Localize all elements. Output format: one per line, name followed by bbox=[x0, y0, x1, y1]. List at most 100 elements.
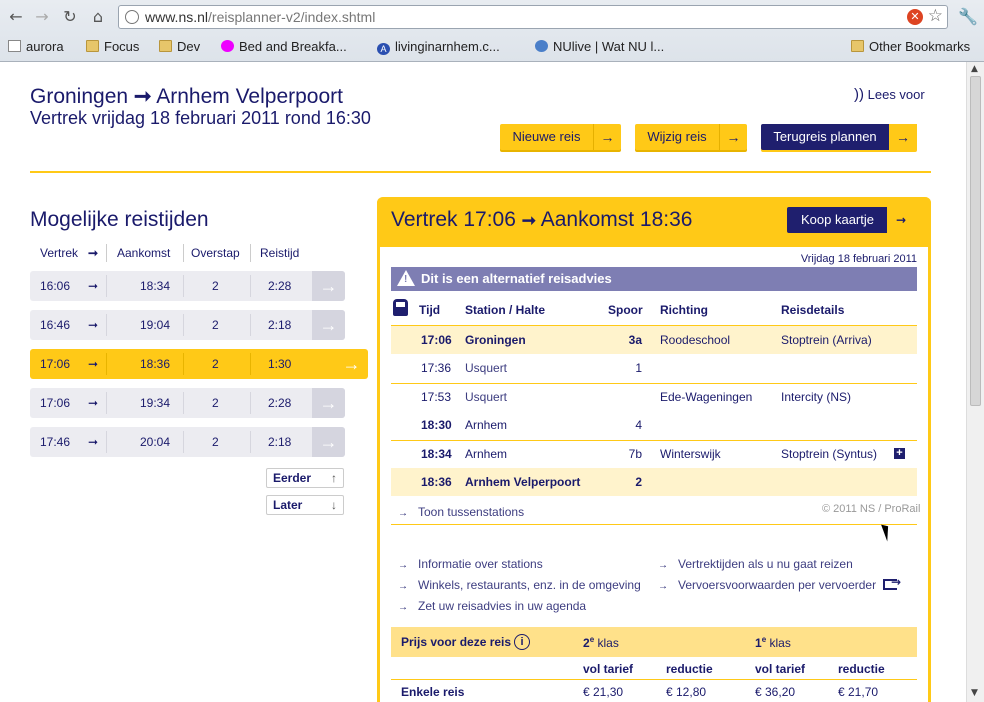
time-option-row[interactable]: 16:46 ➞ 19:04 2 2:18 → bbox=[30, 310, 345, 340]
shops-link[interactable]: Winkels, restaurants, enz. in de omgevin… bbox=[398, 578, 641, 592]
toon-tussenstations-link[interactable]: Toon tussenstations bbox=[398, 505, 524, 519]
warning-icon: ! bbox=[397, 270, 415, 286]
arr-time: 18:36 bbox=[140, 357, 171, 371]
scroll-up-icon[interactable]: ▲ bbox=[971, 64, 978, 74]
bookmark-other[interactable]: Other Bookmarks bbox=[851, 39, 970, 54]
stations-info-link[interactable]: Informatie over stations bbox=[398, 557, 543, 571]
price-header: Prijs voor deze reis i 2e klas 1e klas bbox=[391, 627, 917, 657]
divider bbox=[250, 314, 251, 336]
bookmark-bed-and-breakfast[interactable]: Bed and Breakfa... bbox=[221, 39, 347, 54]
time-option-row[interactable]: 16:06 ➞ 18:34 2 2:28 → bbox=[30, 271, 345, 301]
divider bbox=[250, 431, 251, 453]
arr-time: 19:04 bbox=[140, 318, 171, 332]
time-option-row[interactable]: 17:06 ➞ 19:34 2 2:28 → bbox=[30, 388, 345, 418]
info-icon[interactable]: i bbox=[514, 634, 530, 650]
dep-time: 16:06 bbox=[40, 279, 71, 293]
vol-tarief-1: vol tarief bbox=[755, 662, 806, 676]
scroll-down-icon[interactable]: ▼ bbox=[971, 688, 978, 698]
select-arrow-icon[interactable]: → bbox=[312, 310, 345, 340]
leg-station: Arnhem Velperpoort bbox=[465, 475, 581, 489]
wijzig-reis-button[interactable]: Wijzig reis → bbox=[635, 124, 747, 150]
departure-subtitle: Vertrek vrijdag 18 februari 2011 rond 16… bbox=[30, 108, 371, 128]
bookmark-aurora[interactable]: aurora bbox=[8, 39, 64, 54]
col-reistijd: Reistijd bbox=[260, 246, 300, 260]
address-bar[interactable]: www.ns.nl/reisplanner-v2/index.shtml ✕ ☆ bbox=[118, 5, 948, 29]
divider bbox=[183, 353, 184, 375]
panel-title: Vertrek 17:06 ➞ Aankomst 18:36 bbox=[391, 208, 693, 231]
arrow-right-icon: ➞ bbox=[88, 279, 99, 293]
forward-icon[interactable]: → bbox=[32, 7, 52, 27]
arrow-right-icon: ➞ bbox=[88, 435, 99, 449]
leg-details: Stoptrein (Syntus) bbox=[781, 447, 878, 461]
scrollbar-thumb[interactable] bbox=[970, 76, 981, 406]
divider bbox=[250, 244, 251, 262]
arrow-right-icon: ➞ bbox=[88, 246, 99, 260]
leg-row: 18:30 Arnhem 4 bbox=[391, 411, 917, 439]
reload-icon[interactable]: ↻ bbox=[60, 7, 80, 27]
arr-time: 18:34 bbox=[140, 279, 171, 293]
a-icon: A bbox=[377, 43, 390, 55]
time-option-row[interactable]: 17:46 ➞ 20:04 2 2:18 → bbox=[30, 427, 345, 457]
leg-track: 7b bbox=[628, 447, 642, 461]
url-text[interactable]: www.ns.nl/reisplanner-v2/index.shtml bbox=[145, 9, 375, 25]
leg-station[interactable]: Usquert bbox=[465, 361, 507, 375]
leg-row: 17:36 Usquert 1 bbox=[391, 354, 917, 382]
nu-icon bbox=[535, 40, 548, 52]
leg-time: 18:36 bbox=[421, 475, 452, 489]
bookmark-nulive[interactable]: NUlive | Wat NU l... bbox=[535, 39, 664, 54]
leg-details: Intercity (NS) bbox=[781, 390, 852, 404]
journey-detail-panel: Vertrek 17:06 ➞ Aankomst 18:36 Koop kaar… bbox=[377, 197, 931, 702]
nieuwe-reis-button[interactable]: Nieuwe reis → bbox=[500, 124, 621, 150]
duration: 2:28 bbox=[268, 279, 292, 293]
wrench-icon[interactable]: 🔧 bbox=[958, 7, 978, 26]
back-icon[interactable]: ← bbox=[6, 7, 26, 27]
arrow-right-icon: → bbox=[719, 124, 747, 150]
divider bbox=[106, 392, 107, 414]
home-icon[interactable]: ⌂ bbox=[88, 7, 108, 27]
lees-voor-link[interactable]: )) Lees voor bbox=[854, 86, 925, 103]
later-button[interactable]: Later ↓ bbox=[266, 495, 344, 515]
star-icon[interactable]: ☆ bbox=[928, 6, 943, 26]
col-tijd: Tijd bbox=[419, 303, 441, 317]
leg-time: 17:06 bbox=[421, 333, 452, 347]
leg-station[interactable]: Usquert bbox=[465, 390, 507, 404]
bookmark-livinginarnhem[interactable]: Alivinginarnhem.c... bbox=[377, 39, 500, 55]
price-value: € 21,70 bbox=[838, 685, 879, 699]
expand-plus-icon[interactable]: + bbox=[894, 448, 905, 459]
agenda-link[interactable]: Zet uw reisadvies in uw agenda bbox=[398, 599, 586, 613]
leg-direction: Roodeschool bbox=[660, 333, 731, 347]
price-title: Prijs voor deze reis bbox=[401, 635, 512, 649]
transfers: 2 bbox=[212, 435, 219, 449]
page-icon bbox=[8, 40, 21, 52]
transfers: 2 bbox=[212, 279, 219, 293]
bookmark-dev[interactable]: Dev bbox=[159, 39, 200, 54]
price-value: € 36,20 bbox=[755, 685, 796, 699]
stop-icon[interactable]: ✕ bbox=[907, 9, 923, 25]
leg-station: Arnhem bbox=[465, 447, 508, 461]
page-content: Groningen ➞ Arnhem Velperpoort Vertrek v… bbox=[0, 62, 966, 702]
terugreis-button[interactable]: Terugreis plannen → bbox=[761, 124, 917, 150]
select-arrow-icon[interactable]: → bbox=[312, 388, 345, 418]
divider bbox=[250, 392, 251, 414]
journey-date: Vrijdag 18 februari 2011 bbox=[800, 253, 917, 265]
select-arrow-icon[interactable]: → bbox=[312, 271, 345, 301]
scrollbar[interactable]: ▲ ▼ bbox=[966, 62, 984, 702]
vervoersvoorwaarden-link[interactable]: Vervoersvoorwaarden per vervoerder bbox=[658, 578, 876, 592]
divider bbox=[391, 679, 917, 680]
time-option-row-selected[interactable]: 17:06 ➞ 18:36 2 1:30 → bbox=[30, 349, 368, 379]
reductie-2: reductie bbox=[666, 662, 713, 676]
dot-icon bbox=[221, 40, 234, 52]
globe-icon bbox=[125, 10, 139, 24]
folder-icon bbox=[86, 40, 99, 52]
vertrektijden-link[interactable]: Vertrektijden als u nu gaat reizen bbox=[658, 557, 853, 571]
leg-direction: Winterswijk bbox=[660, 447, 721, 461]
select-arrow-icon[interactable]: → bbox=[335, 349, 368, 379]
select-arrow-icon[interactable]: → bbox=[312, 427, 345, 457]
copyright: © 2011 NS / ProRail bbox=[822, 503, 921, 515]
klas1-label: 1e klas bbox=[755, 635, 791, 650]
eerder-button[interactable]: Eerder ↑ bbox=[266, 468, 344, 488]
folder-icon bbox=[159, 40, 172, 52]
duration: 1:30 bbox=[268, 357, 292, 371]
koop-kaartje-button[interactable]: Koop kaartje → bbox=[787, 207, 915, 233]
bookmark-focus[interactable]: Focus bbox=[86, 39, 139, 54]
